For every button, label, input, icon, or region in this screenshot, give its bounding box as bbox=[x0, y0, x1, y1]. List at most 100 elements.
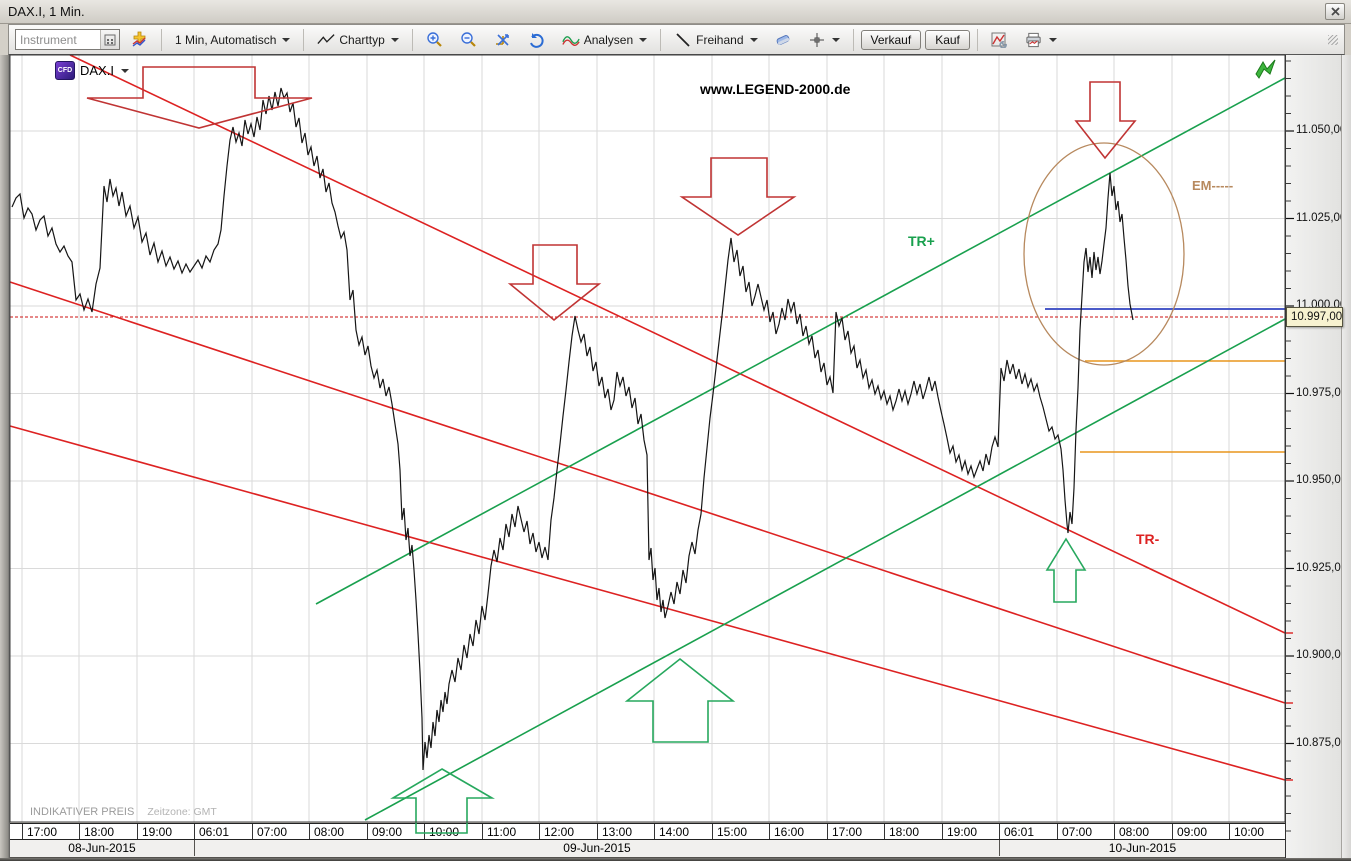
chevron-down-icon bbox=[391, 38, 399, 42]
time-axis-cell: 08:00 bbox=[309, 824, 367, 839]
chart-settings-button[interactable] bbox=[985, 28, 1015, 52]
time-axis-cell: 13:00 bbox=[597, 824, 654, 839]
time-axis-label: 09:00 bbox=[1177, 825, 1207, 839]
time-axis-label: 10:00 bbox=[429, 825, 459, 839]
charttype-label: Charttyp bbox=[339, 33, 384, 47]
time-axis-label: 18:00 bbox=[84, 825, 114, 839]
chevron-down-icon bbox=[832, 38, 840, 42]
zoom-out-icon bbox=[460, 31, 478, 49]
time-axis-cell: 19:00 bbox=[137, 824, 194, 839]
indicative-price-note: INDIKATIVER PREIS Zeitzone: GMT bbox=[30, 806, 217, 818]
time-axis-label: 09:00 bbox=[372, 825, 402, 839]
close-icon bbox=[1331, 7, 1340, 16]
time-axis-cell: 10:00 bbox=[1229, 824, 1285, 839]
analysis-dropdown[interactable]: Analysen bbox=[556, 28, 653, 52]
zoom-in-button[interactable] bbox=[420, 28, 450, 52]
indicative-price-text: INDIKATIVER PREIS bbox=[30, 806, 134, 818]
timezone-text: Zeitzone: GMT bbox=[147, 806, 216, 818]
date-band-label: 09-Jun-2015 bbox=[194, 840, 999, 856]
time-axis-cell: 09:00 bbox=[367, 824, 424, 839]
charttype-dropdown[interactable]: Charttyp bbox=[311, 28, 404, 52]
watermark-text: www.LEGEND-2000.de bbox=[700, 81, 850, 97]
favorites-chart-icon bbox=[130, 31, 148, 49]
right-scrollbar[interactable] bbox=[1341, 55, 1351, 858]
chart-settings-icon bbox=[991, 31, 1009, 49]
sell-button[interactable]: Verkauf bbox=[861, 30, 922, 50]
time-axis-cell: 14:00 bbox=[654, 824, 712, 839]
print-dropdown[interactable] bbox=[1019, 28, 1063, 52]
time-axis-cell: 09:00 bbox=[1172, 824, 1229, 839]
date-axis: 08-Jun-201509-Jun-201510-Jun-2015 bbox=[10, 840, 1285, 858]
time-axis-cell: 15:00 bbox=[712, 824, 769, 839]
current-price-badge: 10.997,00 bbox=[1286, 307, 1343, 327]
zoom-in-icon bbox=[426, 31, 444, 49]
chevron-down-icon bbox=[282, 38, 290, 42]
time-axis-cell: 12:00 bbox=[539, 824, 597, 839]
instrument-input[interactable] bbox=[16, 31, 100, 48]
symbol-selector[interactable]: CFD DAX.I bbox=[55, 61, 129, 80]
time-axis-cell: 17:00 bbox=[22, 824, 79, 839]
em-label: EM----- bbox=[1192, 178, 1233, 193]
favorites-chart-button[interactable] bbox=[124, 28, 154, 52]
crosshair-dropdown[interactable] bbox=[802, 28, 846, 52]
date-band-label: 08-Jun-2015 bbox=[10, 840, 194, 856]
price-axis-label: 10.950,00 bbox=[1296, 474, 1347, 486]
close-button[interactable] bbox=[1325, 3, 1345, 20]
date-band-label: 10-Jun-2015 bbox=[999, 840, 1285, 856]
chart-plot-area[interactable] bbox=[10, 55, 1285, 822]
window-left-edge bbox=[0, 55, 10, 858]
time-axis-label: 15:00 bbox=[717, 825, 747, 839]
chevron-down-icon bbox=[1049, 38, 1057, 42]
freehand-dropdown[interactable]: Freihand bbox=[668, 28, 763, 52]
time-axis-label: 16:00 bbox=[774, 825, 804, 839]
undo-button[interactable] bbox=[522, 28, 552, 52]
zoom-out-button[interactable] bbox=[454, 28, 484, 52]
time-axis-label: 18:00 bbox=[889, 825, 919, 839]
time-axis-cell: 10:00 bbox=[424, 824, 482, 839]
time-axis-label: 06:01 bbox=[1004, 825, 1034, 839]
pan-scale-button[interactable] bbox=[488, 28, 518, 52]
time-axis-label: 11:00 bbox=[487, 825, 516, 839]
eraser-icon bbox=[774, 31, 792, 49]
trading-app-window: DAX.I, 1 Min. bbox=[0, 0, 1351, 861]
time-axis-label: 12:00 bbox=[544, 825, 574, 839]
instrument-lookup-button[interactable] bbox=[100, 30, 119, 49]
time-axis-label: 10:00 bbox=[1234, 825, 1264, 839]
eraser-button[interactable] bbox=[768, 28, 798, 52]
title-bar: DAX.I, 1 Min. bbox=[0, 0, 1351, 24]
trend-down-label: TR- bbox=[1136, 531, 1159, 547]
price-axis-label: 11.025,00 bbox=[1296, 212, 1346, 224]
crosshair-icon bbox=[808, 31, 826, 49]
time-axis-label: 17:00 bbox=[27, 825, 57, 839]
toolbar-resize-grip[interactable] bbox=[1328, 35, 1338, 45]
price-axis[interactable]: 11.050,0011.025,0011.000,0010.975,0010.9… bbox=[1285, 55, 1341, 858]
interval-dropdown[interactable]: 1 Min, Automatisch bbox=[169, 30, 296, 50]
time-axis[interactable]: 17:00 18:00 19:00 06:01 07:00 08:00 09:00 10:00… bbox=[10, 823, 1285, 840]
toolbar-separator bbox=[412, 29, 413, 51]
time-axis-label: 19:00 bbox=[142, 825, 172, 839]
line-chart-icon bbox=[317, 31, 335, 49]
price-axis-label: 10.975,00 bbox=[1296, 387, 1347, 399]
keypad-icon bbox=[104, 34, 116, 46]
analysis-waves-icon bbox=[562, 31, 580, 49]
time-axis-label: 07:00 bbox=[257, 825, 287, 839]
time-axis-label: 19:00 bbox=[947, 825, 977, 839]
window-title: DAX.I, 1 Min. bbox=[8, 4, 85, 19]
buy-button[interactable]: Kauf bbox=[925, 30, 970, 50]
time-axis-cell: 11:00 bbox=[482, 824, 539, 839]
toolbar-separator bbox=[977, 29, 978, 51]
undo-icon bbox=[528, 31, 546, 49]
time-axis-cell: 18:00 bbox=[79, 824, 137, 839]
time-axis-cell: 19:00 bbox=[942, 824, 999, 839]
time-axis-cell: 07:00 bbox=[252, 824, 309, 839]
time-axis-cell: 16:00 bbox=[769, 824, 827, 839]
instrument-search bbox=[15, 29, 120, 50]
chevron-down-icon bbox=[121, 69, 129, 73]
toolbar-separator bbox=[853, 29, 854, 51]
freehand-line-icon bbox=[674, 31, 692, 49]
toolbar-separator bbox=[303, 29, 304, 51]
chevron-down-icon bbox=[750, 38, 758, 42]
freehand-label: Freihand bbox=[696, 33, 743, 47]
pan-arrows-icon bbox=[494, 31, 512, 49]
time-axis-label: 07:00 bbox=[1062, 825, 1092, 839]
